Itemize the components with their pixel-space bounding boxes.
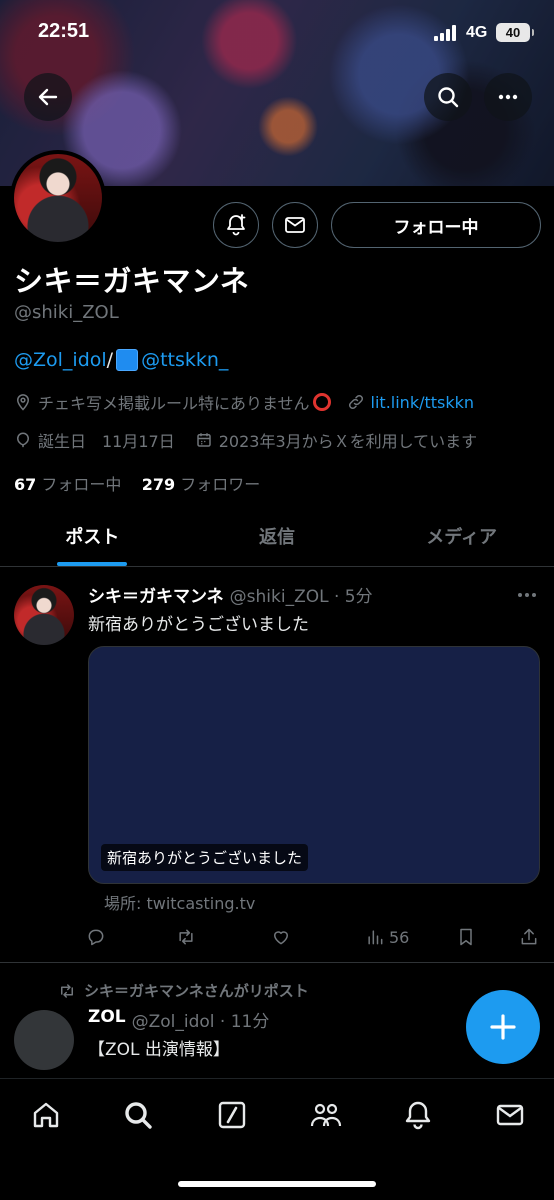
grok-icon (218, 1101, 246, 1129)
nav-home[interactable] (26, 1095, 66, 1135)
message-button[interactable] (272, 202, 318, 248)
home-indicator (178, 1181, 376, 1187)
bio-separator: / (106, 349, 114, 371)
follow-stats: 67 フォロー中 279 フォロワー (14, 471, 260, 495)
bell-plus-icon (227, 214, 246, 236)
link-icon (348, 394, 363, 410)
views-count: 56 (389, 927, 410, 947)
location-text: チェキ写メ掲載ルール特にありません (38, 394, 310, 413)
reply-icon (88, 929, 104, 946)
card-title: 新宿ありがとうございました (101, 844, 309, 871)
location-icon (16, 394, 30, 411)
profile-avatar[interactable] (10, 150, 106, 246)
nav-notifications[interactable] (398, 1095, 438, 1135)
share-icon (521, 928, 537, 945)
tab-replies[interactable]: 返信 (185, 505, 370, 566)
repost-icon (179, 929, 193, 945)
card-source[interactable]: 場所: twitcasting.tv (104, 890, 255, 914)
back-button[interactable] (24, 73, 72, 121)
network-type: 4G (466, 24, 488, 41)
repost-icon (61, 983, 73, 998)
tweet-author-name[interactable]: シキ＝ガキマンネ (88, 582, 224, 607)
tweet-more-icon[interactable] (515, 586, 539, 604)
status-bar: 22:51 4G 40 (0, 0, 554, 64)
profile-meta-location: チェキ写メ掲載ルール特にありません lit.link/ttskkn (14, 390, 474, 414)
nav-grok[interactable] (212, 1095, 252, 1135)
tweet-text: 新宿ありがとうございました (88, 615, 309, 635)
tab-posts[interactable]: ポスト (0, 505, 185, 566)
more-horizontal-icon (498, 94, 518, 100)
nav-messages[interactable] (490, 1095, 530, 1135)
red-circle-icon (312, 393, 331, 411)
balloon-icon (16, 432, 30, 448)
repost-indicator[interactable]: シキ＝ガキマンネさんがリポスト (58, 980, 309, 1001)
profile-tabs: ポスト 返信 メディア (0, 505, 554, 567)
plus-icon (490, 1014, 516, 1040)
tweet-avatar[interactable] (14, 1010, 74, 1070)
tweet-header: ZOL @Zol_idol · 11分 (88, 1007, 269, 1032)
like-button[interactable] (271, 924, 291, 950)
tweet-header: シキ＝ガキマンネ @shiki_ZOL · 5分 (88, 582, 373, 607)
bio-mention-ttskkn[interactable]: @ttskkn_ (141, 349, 228, 371)
nav-search[interactable] (118, 1095, 158, 1135)
heart-icon (274, 931, 288, 945)
profile-handle: @shiki_ZOL (14, 302, 119, 323)
views-button[interactable]: 56 (365, 924, 409, 950)
views-icon (368, 930, 383, 945)
share-button[interactable] (519, 924, 539, 950)
profile-bio: @Zol_idol / @ttskkn_ (14, 349, 228, 371)
tweet-actions: 56 (86, 924, 542, 950)
nav-communities[interactable] (306, 1095, 346, 1135)
repost-button[interactable] (176, 924, 196, 950)
tweet-handle-time: @Zol_idol · 11分 (131, 1012, 270, 1032)
tab-media[interactable]: メディア (369, 505, 554, 566)
joined-text: 2023年3月からＸを利用しています (218, 432, 478, 451)
search-button[interactable] (424, 73, 472, 121)
website-link[interactable]: lit.link/ttskkn (371, 393, 475, 412)
link-card[interactable]: 新宿ありがとうございました (88, 646, 540, 884)
bell-icon (405, 1101, 431, 1130)
bookmark-button[interactable] (456, 924, 476, 950)
tweet-divider (0, 962, 554, 963)
repost-label: シキ＝ガキマンネさんがリポスト (84, 982, 309, 1000)
search-icon (438, 87, 459, 108)
bookmark-icon (460, 928, 472, 946)
birthday-text: 誕生日 11月17日 (38, 432, 175, 451)
search-icon (125, 1102, 152, 1129)
compose-button[interactable] (466, 990, 540, 1064)
following-button[interactable]: フォロー中 (331, 202, 541, 248)
tweet-avatar[interactable] (14, 585, 74, 645)
mail-icon (285, 217, 305, 233)
bio-mention-zol[interactable]: @Zol_idol (14, 349, 107, 371)
reply-button[interactable] (86, 924, 106, 950)
tweet-author-name[interactable]: ZOL (88, 1007, 126, 1032)
followers-label: フォロワー (180, 475, 261, 494)
tweet-text: 【ZOL 出演情報】 (88, 1040, 230, 1060)
signal-icon (434, 25, 456, 41)
status-time: 22:51 (38, 20, 90, 42)
following-label: フォロー中 (41, 475, 122, 494)
notify-button[interactable] (213, 202, 259, 248)
home-icon (33, 1102, 59, 1128)
calendar-icon (196, 433, 211, 447)
tweet-handle-time: @shiki_ZOL · 5分 (229, 587, 373, 607)
arrow-left-icon (38, 88, 58, 106)
following-link[interactable]: 67 フォロー中 (14, 475, 121, 494)
followers-count: 279 (141, 475, 176, 494)
blue-square-icon (116, 349, 139, 371)
followers-link[interactable]: 279 フォロワー (142, 475, 261, 494)
profile-meta-dates: 誕生日 11月17日 2023年3月からＸを利用しています (14, 428, 477, 452)
mail-icon (496, 1104, 524, 1126)
battery-icon: 40 (496, 23, 534, 42)
following-count: 67 (14, 475, 37, 494)
display-name: シキ＝ガキマンネ (14, 264, 250, 298)
bottom-nav (0, 1078, 554, 1200)
more-button[interactable] (484, 73, 532, 121)
communities-icon (310, 1103, 342, 1127)
